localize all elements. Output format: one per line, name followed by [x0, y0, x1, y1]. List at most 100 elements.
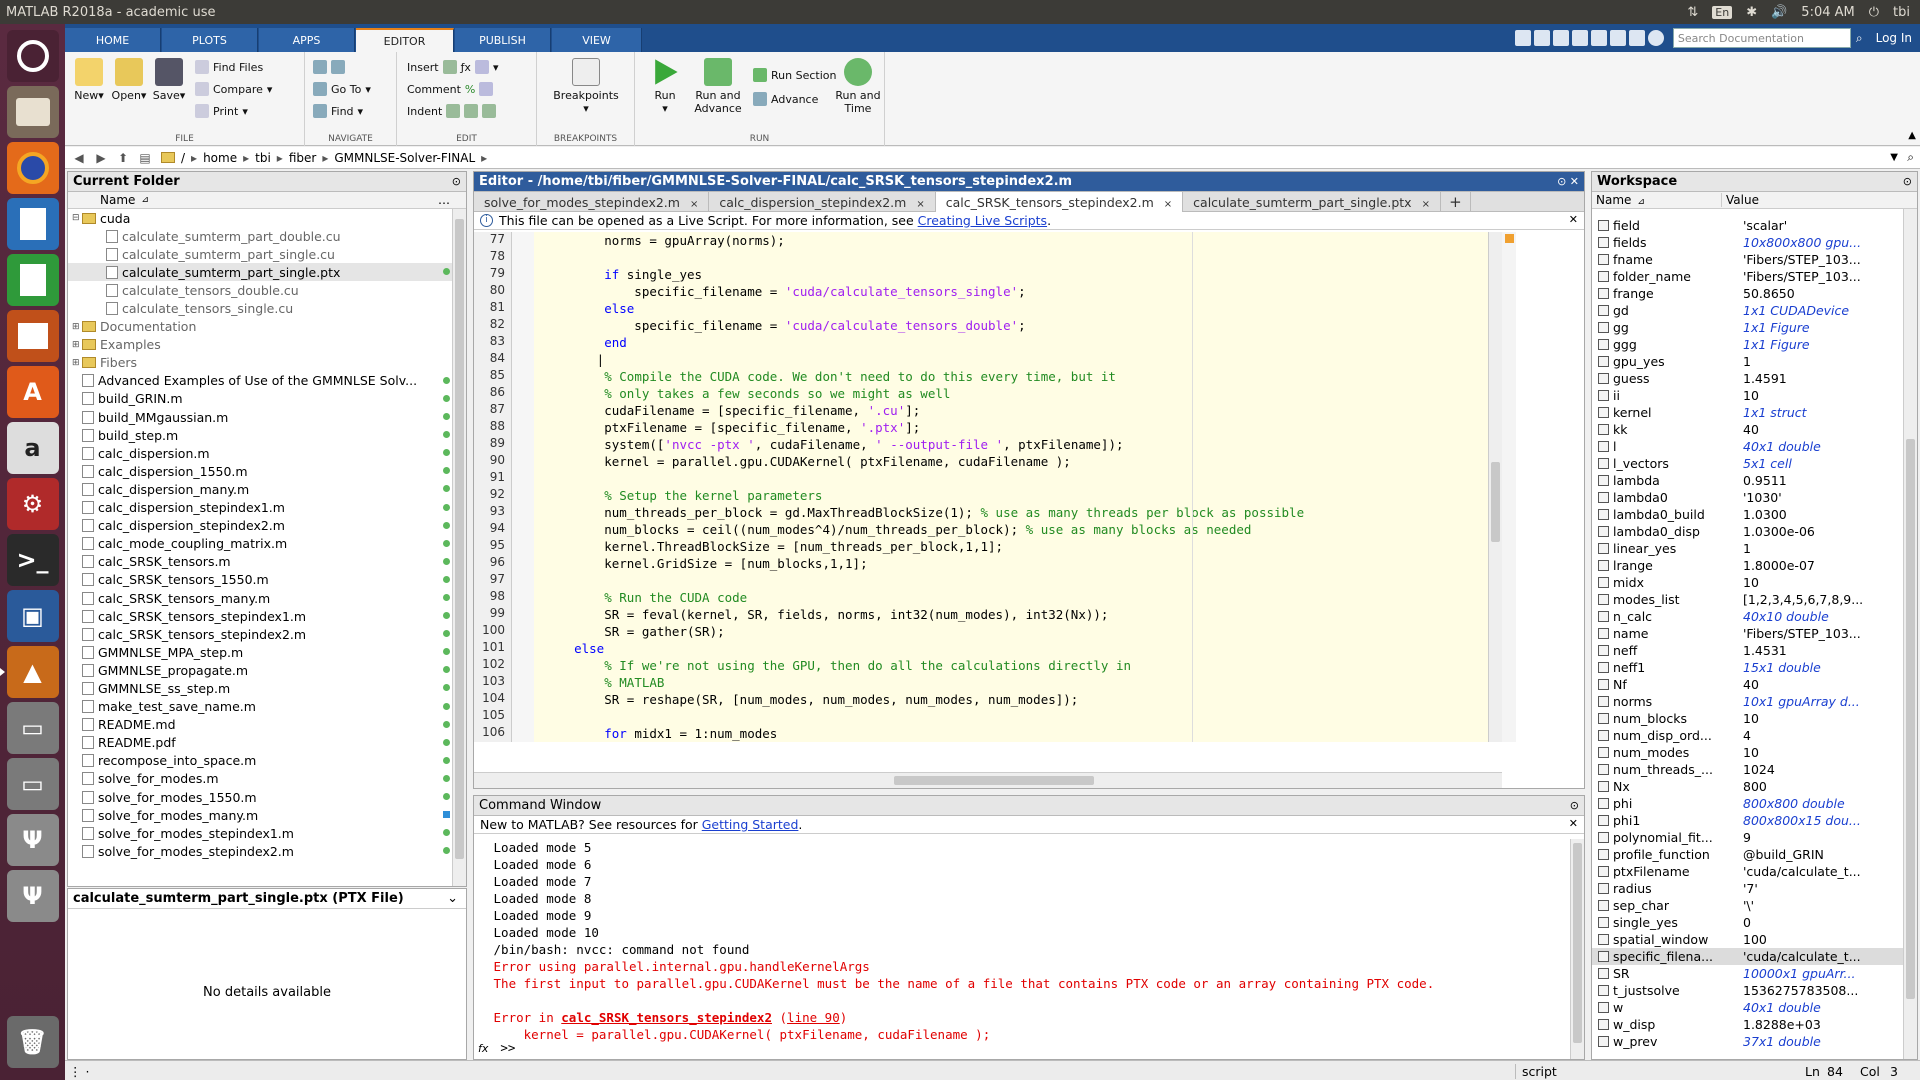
tab-plots[interactable]: PLOTS	[162, 28, 258, 52]
file-item[interactable]: calc_dispersion_many.m	[68, 480, 452, 498]
expand-toggle-icon[interactable]: ⊞	[72, 340, 82, 350]
keyboard-language-indicator[interactable]: En	[1712, 5, 1733, 19]
file-item[interactable]: README.md	[68, 716, 452, 734]
line-number[interactable]: 99	[474, 606, 511, 623]
copy-icon[interactable]	[1552, 30, 1569, 46]
image-viewer-icon[interactable]: ▣	[6, 590, 59, 642]
editor-tab-solve-for-modes[interactable]: solve_for_modes_stepindex2.m ×	[474, 192, 710, 212]
file-item[interactable]: README.pdf	[68, 734, 452, 752]
workspace-variable-row[interactable]: gd 1x1 CUDADevice	[1592, 302, 1903, 319]
creating-live-scripts-link[interactable]: Creating Live Scripts	[918, 213, 1047, 228]
breadcrumb-root[interactable]: /	[181, 151, 185, 165]
line-number[interactable]: 104	[474, 691, 511, 708]
find-files-button[interactable]: Find Files	[195, 58, 263, 76]
address-dropdown-icon[interactable]: ▼	[1890, 152, 1898, 163]
workspace-variable-row[interactable]: num_modes 10	[1592, 744, 1903, 761]
network-arrows-icon[interactable]: ⇅	[1687, 5, 1698, 20]
error-function-link[interactable]: calc_SRSK_tensors_stepindex2	[561, 1010, 772, 1025]
workspace-variable-row[interactable]: sep_char '\'	[1592, 897, 1903, 914]
workspace-variable-row[interactable]: midx 10	[1592, 574, 1903, 591]
collapse-ribbon-icon[interactable]: ▲	[1908, 130, 1916, 141]
workspace-variable-row[interactable]: gg 1x1 Figure	[1592, 319, 1903, 336]
close-notice-icon[interactable]: ✕	[1569, 213, 1578, 226]
line-number[interactable]: 106	[474, 725, 511, 742]
breakpoints-button[interactable]: Breakpoints ▾	[551, 58, 621, 115]
line-number[interactable]: 79	[474, 266, 511, 283]
workspace-variable-row[interactable]: Nx 800	[1592, 778, 1903, 795]
tab-editor[interactable]: EDITOR	[356, 28, 454, 52]
save-button[interactable]: Save▾	[147, 58, 191, 102]
workspace-variable-row[interactable]: Nf 40	[1592, 676, 1903, 693]
line-number[interactable]: 94	[474, 521, 511, 538]
workspace-variable-row[interactable]: ggg 1x1 Figure	[1592, 336, 1903, 353]
folder-item[interactable]: ⊟ cuda	[68, 209, 452, 227]
file-item[interactable]: solve_for_modes_stepindex1.m	[68, 824, 452, 842]
matlab-icon[interactable]: ▲	[0, 646, 59, 698]
breadcrumb-tbi[interactable]: tbi	[255, 151, 271, 165]
forward-icon[interactable]: ▶	[93, 151, 109, 165]
line-number[interactable]: 93	[474, 504, 511, 521]
line-number[interactable]: 105	[474, 708, 511, 725]
editor-options-icon[interactable]: ⊙ ✕	[1557, 175, 1579, 188]
name-column-header[interactable]: Name	[100, 193, 135, 207]
workspace-variable-row[interactable]: linear_yes 1	[1592, 540, 1903, 557]
workspace-variable-row[interactable]: modes_list [1,2,3,4,5,6,7,8,9...	[1592, 591, 1903, 608]
workspace-variable-row[interactable]: ptxFilename 'cuda/calculate_t...	[1592, 863, 1903, 880]
file-item[interactable]: solve_for_modes_1550.m	[68, 788, 452, 806]
new-button[interactable]: New▾	[67, 58, 111, 102]
insert-button[interactable]: Insert ƒx ▾	[407, 58, 498, 76]
line-number[interactable]: 78	[474, 249, 511, 266]
tab-publish[interactable]: PUBLISH	[455, 28, 551, 52]
files-icon[interactable]	[6, 86, 59, 138]
workspace-variable-row[interactable]: fields 10x800x800 gpu...	[1592, 234, 1903, 251]
file-item[interactable]: Advanced Examples of Use of the GMMNLSE …	[68, 372, 452, 390]
tab-home[interactable]: HOME	[65, 28, 161, 52]
file-item[interactable]: make_test_save_name.m	[68, 698, 452, 716]
command-options-icon[interactable]: ⊙	[1570, 799, 1579, 812]
breadcrumb-home[interactable]: home	[203, 151, 237, 165]
usb-drive-icon[interactable]: Ψ	[6, 870, 59, 922]
close-tab-icon[interactable]: ×	[916, 199, 924, 210]
workspace-scrollbar[interactable]	[1903, 209, 1917, 1059]
file-item[interactable]: solve_for_modes_many.m	[68, 806, 452, 824]
workspace-variable-row[interactable]: polynomial_fit... 9	[1592, 829, 1903, 846]
pane-options-icon[interactable]: ⊙	[452, 175, 461, 188]
file-item[interactable]: calculate_sumterm_part_single.cu	[68, 245, 452, 263]
workspace-variable-row[interactable]: field 'scalar'	[1592, 217, 1903, 234]
workspace-options-icon[interactable]: ⊙	[1903, 175, 1912, 188]
firefox-icon[interactable]	[6, 142, 59, 194]
line-number[interactable]: 77	[474, 232, 511, 249]
workspace-variable-row[interactable]: lambda0 '1030'	[1592, 489, 1903, 506]
file-item[interactable]: calc_SRSK_tensors.m	[68, 553, 452, 571]
run-button[interactable]: Run ▾	[643, 58, 687, 115]
file-item[interactable]: calc_SRSK_tensors_stepindex1.m	[68, 607, 452, 625]
file-item[interactable]: GMMNLSE_propagate.m	[68, 661, 452, 679]
line-number[interactable]: 97	[474, 572, 511, 589]
usb-drive-icon[interactable]: Ψ	[6, 814, 59, 866]
line-number[interactable]: 85	[474, 368, 511, 385]
breadcrumb-solver[interactable]: GMMNLSE-Solver-FINAL	[334, 151, 475, 165]
workspace-variable-row[interactable]: SR 10000x1 gpuArr...	[1592, 965, 1903, 982]
column-options-icon[interactable]: …	[438, 193, 450, 207]
line-number[interactable]: 91	[474, 470, 511, 487]
impress-icon[interactable]	[6, 310, 59, 362]
browse-folder-icon[interactable]: ▤	[137, 151, 153, 165]
file-item[interactable]: GMMNLSE_MPA_step.m	[68, 643, 452, 661]
command-prompt-line[interactable]: fx >>	[478, 1040, 515, 1055]
calc-icon[interactable]	[6, 254, 59, 306]
expand-toggle-icon[interactable]: ⊞	[72, 358, 82, 368]
workspace-variable-row[interactable]: w_disp 1.8288e+03	[1592, 1016, 1903, 1033]
save-icon[interactable]	[1514, 30, 1531, 46]
workspace-variable-row[interactable]: norms 10x1 gpuArray d...	[1592, 693, 1903, 710]
workspace-value-header[interactable]: Value	[1722, 193, 1759, 207]
switch-windows-icon[interactable]	[1628, 30, 1645, 46]
go-to-button[interactable]: Go To ▾	[313, 80, 371, 98]
workspace-variable-row[interactable]: single_yes 0	[1592, 914, 1903, 931]
breadcrumb-fiber[interactable]: fiber	[289, 151, 317, 165]
folder-item[interactable]: ⊞ Fibers	[68, 354, 452, 372]
compare-button[interactable]: Compare ▾	[195, 80, 272, 98]
workspace-variable-row[interactable]: lambda0_disp 1.0300e-06	[1592, 523, 1903, 540]
find-button[interactable]: Find ▾	[313, 102, 363, 120]
file-item[interactable]: calc_SRSK_tensors_stepindex2.m	[68, 625, 452, 643]
undo-icon[interactable]	[1590, 30, 1607, 46]
